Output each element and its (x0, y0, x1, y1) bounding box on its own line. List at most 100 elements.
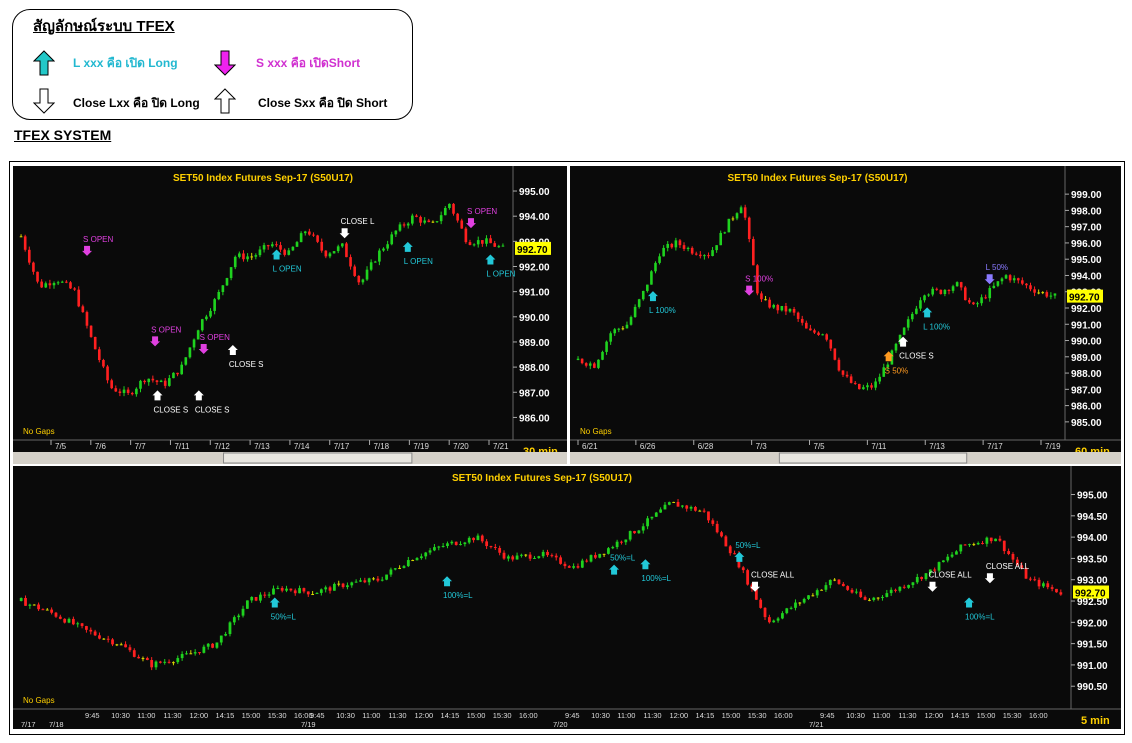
candle-body (205, 316, 208, 320)
candle-body (662, 247, 665, 257)
candle-body (359, 580, 362, 582)
candle-body (1004, 275, 1008, 279)
candle-body (23, 236, 27, 250)
long-open-arrow-icon (33, 50, 55, 76)
candle-body (609, 333, 612, 342)
candle-body (176, 372, 179, 375)
candle-body (955, 282, 959, 287)
candle-body (85, 312, 89, 326)
legend-close-long: Close Lxx คือ ปิด Long (73, 96, 200, 110)
candle-body (219, 635, 223, 643)
candle-body (489, 238, 492, 244)
candle-body (780, 305, 784, 311)
candle-body (541, 551, 545, 557)
candle-body (641, 526, 645, 531)
candle-body (176, 658, 180, 663)
candle-body (820, 589, 823, 591)
candle-body (615, 541, 619, 548)
x-time-label: 10:30 (111, 711, 130, 720)
signal-label: CLOSE L (341, 217, 375, 226)
candle-body (272, 588, 275, 595)
candle-body (781, 613, 784, 619)
candle-body (439, 215, 443, 222)
candle-body (380, 579, 384, 581)
candle-body (980, 297, 983, 304)
candle-body (167, 661, 171, 663)
candle-body (319, 589, 323, 593)
candle-body (576, 358, 580, 361)
candle-body (241, 608, 245, 616)
x-time-label: 9:45 (310, 711, 325, 720)
candle-body (741, 567, 745, 571)
candle-body (624, 539, 628, 543)
signal-label: L OPEN (404, 257, 433, 266)
candle-body (115, 644, 119, 646)
candle-body (250, 597, 254, 601)
signal-label: CLOSE S (195, 405, 230, 414)
candle-body (472, 244, 476, 246)
candle-body (597, 359, 600, 368)
candle-body (111, 639, 114, 645)
candle-body (143, 380, 146, 383)
candle-body (968, 300, 971, 303)
signal-label: 50%=L (271, 613, 297, 622)
candle-body (985, 537, 989, 544)
candle-body (1045, 292, 1049, 297)
y-tick-label: 993.00 (1077, 576, 1108, 587)
y-tick-label: 987.00 (1071, 385, 1102, 396)
candle-body (221, 285, 225, 292)
candle-body (44, 283, 48, 288)
signal-label: 100%=L (443, 591, 473, 600)
candle-body (24, 597, 27, 606)
candle-body (715, 245, 718, 251)
candle-body (411, 560, 415, 562)
candle-body (1033, 289, 1036, 293)
x-time-label: 11:00 (872, 711, 890, 720)
candle-body (263, 594, 267, 596)
chart-5min[interactable]: SET50 Index Futures Sep-17 (S50U17) 995.0… (13, 466, 1121, 729)
x-time-label: 12:00 (189, 711, 208, 720)
candle-body (353, 266, 356, 276)
candle-body (707, 511, 710, 521)
candle-body (332, 251, 336, 254)
candle-body (625, 324, 629, 329)
candle-body (911, 582, 915, 586)
candle-body (130, 392, 134, 395)
x-date-label: 7/20 (553, 720, 568, 729)
candle-body (242, 253, 245, 260)
candle-body (800, 318, 804, 323)
candle-body (36, 271, 39, 282)
candle-body (114, 388, 118, 392)
legend-close-short: Close Sxx คือ ปิด Short (258, 96, 388, 110)
candle-body (859, 591, 863, 598)
candle-body (841, 583, 845, 587)
candle-body (731, 218, 735, 220)
candle-body (533, 557, 536, 559)
chart-30min[interactable]: SET50 Index Futures Sep-17 (S50U17) 995.0… (13, 166, 567, 464)
candle-body (428, 550, 432, 553)
candle-body (906, 319, 910, 328)
candle-body (733, 553, 736, 555)
candle-body (902, 586, 906, 588)
y-tick-label: 991.00 (519, 288, 550, 299)
x-date-label: 6/21 (582, 442, 598, 451)
candle-body (124, 644, 127, 648)
candle-body (620, 541, 623, 543)
x-date-label: 7/17 (334, 442, 350, 451)
candle-body (159, 380, 163, 383)
candle-body (324, 250, 328, 257)
y-tick-label: 992.00 (1077, 618, 1108, 629)
candle-body (854, 591, 858, 593)
x-time-label: 14:15 (696, 711, 715, 720)
x-time-label: 15:30 (268, 711, 287, 720)
signal-label: CLOSE ALL (986, 562, 1030, 571)
x-time-label: 10:30 (846, 711, 865, 720)
signal-label: S OPEN (83, 235, 113, 244)
candle-body (345, 243, 348, 258)
candle-body (764, 299, 767, 301)
y-tick-label: 999.00 (1071, 190, 1102, 201)
x-time-label: 12:00 (669, 711, 688, 720)
chart-60min[interactable]: SET50 Index Futures Sep-17 (S50U17) 999.0… (570, 166, 1121, 464)
candle-body (398, 567, 402, 569)
candle-body (1046, 583, 1050, 588)
